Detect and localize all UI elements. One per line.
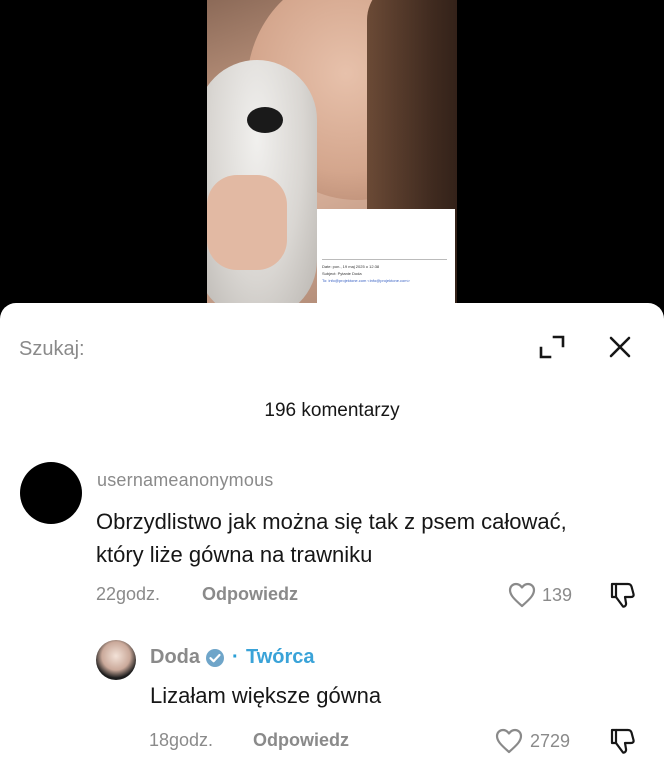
dislike-icon[interactable] [608, 726, 636, 756]
expand-icon[interactable] [538, 333, 566, 361]
video-dog-nose-shape [247, 107, 283, 133]
avatar[interactable] [20, 462, 82, 524]
comment-username[interactable]: usernameanonymous [97, 470, 274, 491]
comment-text: Obrzydlistwo jak można się tak z psem ca… [96, 509, 567, 567]
doc-line-subject: Subject: Pytanie Doda [322, 271, 362, 276]
reply-timestamp: 18godz. [149, 730, 214, 750]
close-icon[interactable] [606, 333, 634, 361]
video-player[interactable]: Date: pon., 19 maj 2025 o 12:38 Subject:… [0, 0, 664, 330]
verified-icon [206, 649, 224, 667]
reply-text: Lizałam większe gówna [150, 683, 382, 708]
doc-line-date: Date: pon., 19 maj 2025 o 12:38 [322, 264, 380, 269]
reply-like-count: 2729 [530, 731, 571, 751]
search-label[interactable]: Szukaj: [19, 338, 85, 361]
creator-badge: Twórca [246, 646, 315, 668]
comment-timestamp: 22godz. [96, 584, 161, 604]
video-hand-shape [207, 175, 287, 270]
reply-reply-button[interactable]: Odpowiedz [253, 730, 349, 751]
doc-divider [322, 259, 447, 260]
reply-username[interactable]: Doda [150, 646, 200, 669]
like-count: 139 [542, 585, 573, 605]
reply-button[interactable]: Odpowiedz [202, 584, 298, 605]
heart-icon[interactable] [495, 728, 523, 754]
badge-separator: · [232, 646, 239, 668]
heart-icon[interactable] [508, 582, 536, 608]
email-document-overlay: Date: pon., 19 maj 2025 o 12:38 Subject:… [317, 209, 455, 304]
creator-avatar[interactable] [96, 640, 136, 680]
comment-count: 196 komentarzy [264, 400, 400, 421]
doc-line-to: To: info@projektone.com <info@projektone… [322, 278, 410, 283]
dislike-icon[interactable] [608, 580, 636, 610]
